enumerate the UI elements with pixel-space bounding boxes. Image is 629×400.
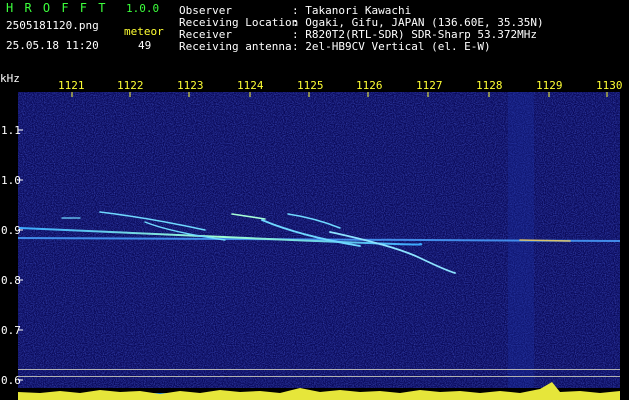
y-axis-labels: kHz 1.1 1.0 0.9 0.8 0.7 0.6 bbox=[0, 74, 21, 387]
meteor-count: 49 bbox=[138, 39, 152, 52]
y-tick-0-7: 0.7 bbox=[1, 324, 21, 337]
file-name: 2505181120.png bbox=[6, 19, 99, 32]
x-tick-1126: 1126 bbox=[356, 79, 383, 92]
meteor-echo bbox=[519, 239, 571, 242]
x-tick-1121: 1121 bbox=[58, 79, 85, 92]
x-tick-1123: 1123 bbox=[177, 79, 204, 92]
y-tick-1-0: 1.0 bbox=[1, 174, 21, 187]
meteor-label: meteor bbox=[124, 25, 164, 38]
y-tick-0-6: 0.6 bbox=[1, 374, 21, 387]
app-version: 1.0.0 bbox=[126, 2, 160, 15]
x-axis-labels: 1121 1122 1123 1124 1125 1126 1127 1128 … bbox=[58, 79, 623, 92]
y-tick-0-9: 0.9 bbox=[1, 224, 21, 237]
y-tick-1-1: 1.1 bbox=[1, 124, 21, 137]
date-time: 25.05.18 11:20 bbox=[6, 39, 99, 52]
scale-bar-lower bbox=[18, 376, 620, 377]
spectrogram: kHz 1.1 1.0 0.9 0.8 0.7 0.6 1121 1122 11… bbox=[0, 74, 623, 400]
app-title: H R O F F T bbox=[6, 1, 108, 15]
antenna-label: Receiving antenna bbox=[179, 40, 292, 53]
x-tick-1125: 1125 bbox=[297, 79, 324, 92]
y-unit-label: kHz bbox=[0, 74, 20, 85]
x-tick-1130: 1130 bbox=[596, 79, 623, 92]
x-tick-1122: 1122 bbox=[117, 79, 144, 92]
x-tick-1129: 1129 bbox=[536, 79, 563, 92]
y-tick-0-8: 0.8 bbox=[1, 274, 21, 287]
x-tick-1127: 1127 bbox=[416, 79, 443, 92]
header-panel: H R O F F T 1.0.0 2505181120.png meteor … bbox=[0, 0, 629, 74]
x-tick-1124: 1124 bbox=[237, 79, 264, 92]
scale-bar bbox=[18, 369, 620, 370]
antenna-value: : 2el-HB9CV Vertical (el. E-W) bbox=[292, 40, 491, 53]
x-tick-1128: 1128 bbox=[476, 79, 503, 92]
